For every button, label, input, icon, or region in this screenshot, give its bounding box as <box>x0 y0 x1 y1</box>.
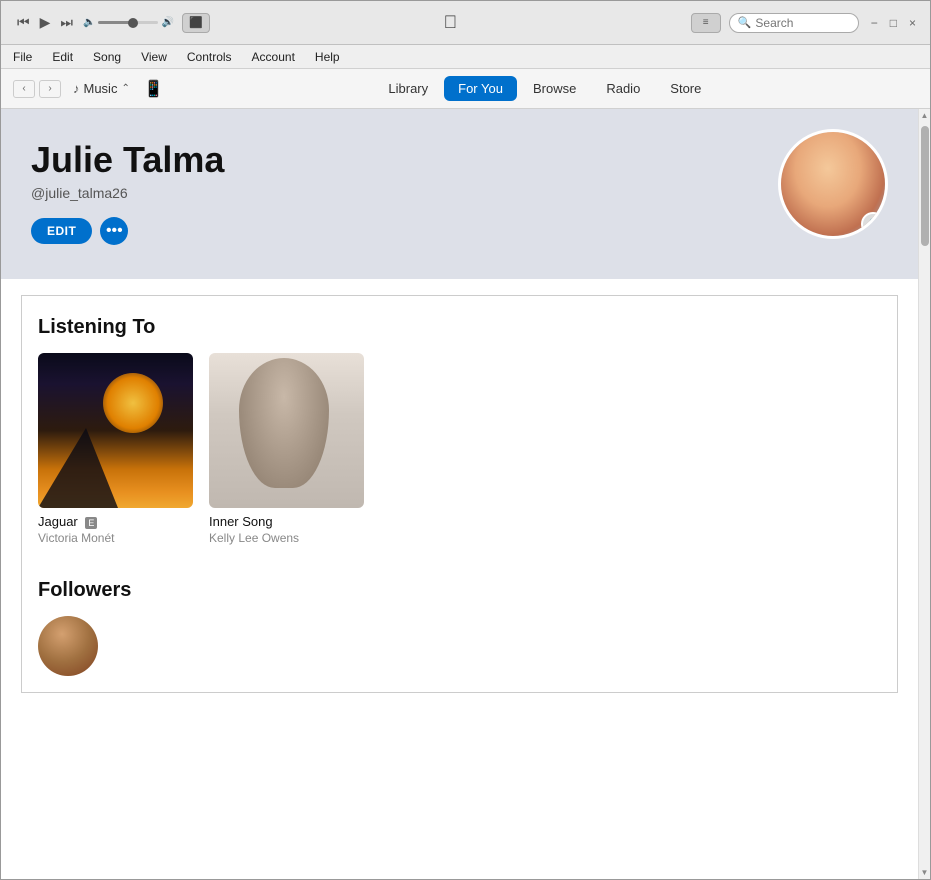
scroll-up-arrow[interactable]: ▲ <box>919 109 930 122</box>
scroll-down-arrow[interactable]: ▼ <box>919 866 930 879</box>
profile-avatar[interactable]: 🔒 <box>778 129 888 239</box>
tab-browse[interactable]: Browse <box>519 76 590 101</box>
menu-help[interactable]: Help <box>311 48 344 66</box>
follower-avatar[interactable] <box>38 616 98 676</box>
tab-library[interactable]: Library <box>374 76 442 101</box>
menu-edit[interactable]: Edit <box>48 48 77 66</box>
main-content: Julie Talma @julie_talma26 EDIT ••• 🔒 Li… <box>1 109 930 879</box>
rewind-button[interactable]: ⏮ <box>15 12 32 33</box>
listening-to-box: Listening To Jaguar E Victoria Monét <box>21 295 898 693</box>
followers-title: Followers <box>38 575 881 602</box>
airplay-button[interactable]: ⬛ <box>182 13 210 33</box>
queue-button[interactable]: ≡ <box>691 13 721 33</box>
album-title-jaguar: Jaguar E <box>38 514 193 529</box>
navbar: ‹ › ♪ Music ⌃ 📱 Library For You Browse R… <box>1 69 930 109</box>
profile-actions: EDIT ••• <box>31 217 888 245</box>
maximize-button[interactable]: □ <box>886 14 901 32</box>
album-artist-inner-song: Kelly Lee Owens <box>209 531 364 545</box>
volume-slider[interactable]: 🔈 🔊 <box>83 17 174 28</box>
album-item-inner-song[interactable]: Inner Song Kelly Lee Owens <box>209 353 364 545</box>
volume-high-icon: 🔊 <box>161 17 173 28</box>
more-options-button[interactable]: ••• <box>100 217 128 245</box>
album-cover-jaguar <box>38 353 193 508</box>
lock-icon: 🔒 <box>866 217 881 231</box>
search-box[interactable]: 🔍 <box>729 13 859 33</box>
fastforward-button[interactable]: ⏭ <box>58 12 75 33</box>
nav-tabs: Library For You Browse Radio Store <box>172 76 918 101</box>
menu-controls[interactable]: Controls <box>183 48 236 66</box>
profile-handle: @julie_talma26 <box>31 185 888 201</box>
listening-to-section: Listening To Jaguar E Victoria Monét <box>1 295 918 729</box>
explicit-badge: E <box>85 517 97 529</box>
menu-song[interactable]: Song <box>89 48 125 66</box>
queue-icon: ≡ <box>703 17 709 28</box>
volume-track[interactable] <box>98 21 158 24</box>
search-input[interactable] <box>755 16 849 30</box>
minimize-button[interactable]: − <box>867 14 882 32</box>
volume-thumb <box>128 18 138 28</box>
apple-logo:  <box>218 12 683 33</box>
source-selector[interactable]: Music <box>84 81 118 96</box>
playback-controls: ⏮ ▶ ⏭ <box>15 12 75 33</box>
scrollbar: ▲ ▼ <box>918 109 930 879</box>
menu-view[interactable]: View <box>137 48 171 66</box>
menu-file[interactable]: File <box>9 48 36 66</box>
content-area: Julie Talma @julie_talma26 EDIT ••• 🔒 Li… <box>1 109 918 879</box>
scrollbar-thumb[interactable] <box>921 126 929 246</box>
tab-for-you[interactable]: For You <box>444 76 517 101</box>
forward-button[interactable]: › <box>39 80 61 98</box>
nav-source: ♪ Music ⌃ <box>73 81 130 96</box>
listening-to-title: Listening To <box>38 312 881 339</box>
airplay-icon: ⬛ <box>189 16 203 29</box>
search-icon: 🔍 <box>738 16 752 29</box>
tab-store[interactable]: Store <box>656 76 715 101</box>
device-icon: 📱 <box>144 79 164 99</box>
window-chrome-buttons: − □ × <box>867 14 920 32</box>
app-window: ⏮ ▶ ⏭ 🔈 🔊 ⬛  ≡ 🔍 − <box>0 0 931 880</box>
albums-grid: Jaguar E Victoria Monét Inner Song Kelly… <box>38 353 881 545</box>
nav-arrows: ‹ › <box>13 80 61 98</box>
music-note-icon: ♪ <box>73 81 80 96</box>
album-cover-inner-song <box>209 353 364 508</box>
followers-section: Followers <box>38 575 881 676</box>
profile-name: Julie Talma <box>31 139 888 181</box>
titlebar: ⏮ ▶ ⏭ 🔈 🔊 ⬛  ≡ 🔍 − <box>1 1 930 45</box>
album-item-jaguar[interactable]: Jaguar E Victoria Monét <box>38 353 193 545</box>
source-chevron-icon: ⌃ <box>121 83 129 94</box>
edit-profile-button[interactable]: EDIT <box>31 218 92 244</box>
album-title-inner-song: Inner Song <box>209 514 364 529</box>
menubar: File Edit Song View Controls Account Hel… <box>1 45 930 69</box>
back-button[interactable]: ‹ <box>13 80 35 98</box>
apple-icon:  <box>444 12 458 33</box>
album-artist-jaguar: Victoria Monét <box>38 531 193 545</box>
volume-low-icon: 🔈 <box>83 17 95 28</box>
close-button[interactable]: × <box>905 14 920 32</box>
tab-radio[interactable]: Radio <box>592 76 654 101</box>
profile-header: Julie Talma @julie_talma26 EDIT ••• 🔒 <box>1 109 918 279</box>
play-button[interactable]: ▶ <box>38 12 53 33</box>
lock-badge: 🔒 <box>861 212 885 236</box>
titlebar-right: ≡ 🔍 − □ × <box>691 13 920 33</box>
menu-account[interactable]: Account <box>248 48 299 66</box>
